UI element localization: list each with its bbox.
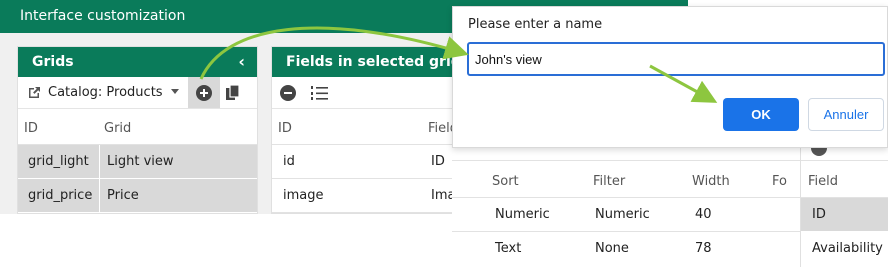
table-row[interactable]: grid_light Light view bbox=[18, 145, 257, 178]
remove-circle-icon[interactable] bbox=[278, 83, 298, 103]
column-header-id[interactable]: ID bbox=[278, 121, 292, 136]
field-list-panel: Field ID Availability bbox=[800, 140, 888, 267]
chevron-down-icon[interactable] bbox=[171, 89, 179, 94]
field-id-cell: id bbox=[283, 154, 295, 169]
column-header-width[interactable]: Width bbox=[692, 174, 730, 189]
name-prompt-dialog: Please enter a name OK Annuler bbox=[452, 6, 888, 148]
field-list-label: Availability bbox=[812, 241, 883, 256]
grid-id-cell: grid_price bbox=[28, 188, 93, 203]
column-header-field[interactable]: Field bbox=[808, 174, 838, 189]
grids-panel-header: Grids ‹ bbox=[18, 47, 257, 77]
cancel-button[interactable]: Annuler bbox=[808, 98, 884, 131]
ok-button[interactable]: OK bbox=[723, 98, 799, 131]
sort-cell: Numeric bbox=[495, 207, 550, 222]
column-header-format[interactable]: Fo bbox=[772, 174, 787, 189]
width-cell: 40 bbox=[695, 207, 712, 222]
column-header-id[interactable]: ID bbox=[24, 121, 38, 136]
table-row[interactable]: Numeric Numeric 40 bbox=[452, 198, 802, 231]
sort-cell: Text bbox=[495, 241, 522, 256]
column-header-filter[interactable]: Filter bbox=[593, 174, 625, 189]
fields-panel-title: Fields in selected grid bbox=[286, 54, 461, 70]
table-row[interactable]: grid_price Price bbox=[18, 179, 257, 212]
ordered-list-icon[interactable] bbox=[310, 83, 330, 103]
field-list-label: ID bbox=[812, 207, 826, 222]
column-header-grid[interactable]: Grid bbox=[104, 121, 131, 136]
add-grid-button[interactable] bbox=[188, 77, 220, 108]
add-circle-icon bbox=[196, 84, 212, 101]
filter-cell: None bbox=[595, 241, 629, 256]
grid-name-cell: Light view bbox=[107, 154, 174, 169]
width-cell: 78 bbox=[695, 241, 712, 256]
grids-toolbar: Catalog: Products bbox=[18, 77, 257, 109]
table-row[interactable]: Text None 78 bbox=[452, 232, 802, 265]
copy-icon[interactable] bbox=[223, 83, 243, 103]
grid-name-cell: Price bbox=[107, 188, 139, 203]
list-item[interactable]: ID bbox=[801, 198, 888, 231]
field-name-cell: ID bbox=[431, 154, 445, 169]
catalog-select[interactable]: Catalog: Products bbox=[48, 85, 163, 100]
column-header-sort[interactable]: Sort bbox=[492, 174, 519, 189]
dialog-title: Please enter a name bbox=[468, 17, 603, 32]
grid-id-cell: grid_light bbox=[28, 154, 89, 169]
open-external-icon[interactable] bbox=[24, 83, 44, 103]
list-item[interactable]: Availability bbox=[801, 232, 888, 265]
grids-panel-title: Grids bbox=[32, 54, 74, 70]
name-input[interactable] bbox=[467, 42, 885, 76]
filter-cell: Numeric bbox=[595, 207, 650, 222]
chevron-left-icon[interactable]: ‹ bbox=[238, 47, 245, 77]
grids-panel: Grids ‹ Catalog: Products ID Grid grid_l… bbox=[17, 46, 258, 214]
field-id-cell: image bbox=[283, 188, 324, 203]
